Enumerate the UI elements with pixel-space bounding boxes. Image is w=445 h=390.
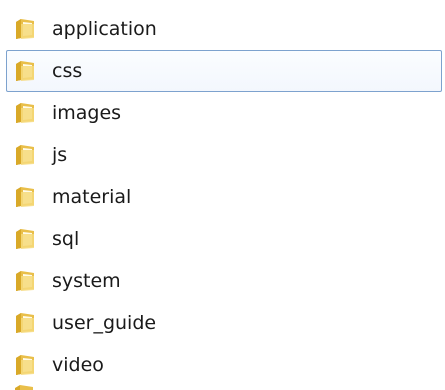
- folder-name: user_guide: [52, 312, 157, 334]
- folder-name: images: [52, 102, 122, 124]
- folder-icon: [16, 229, 34, 249]
- folder-item-system[interactable]: system: [6, 260, 442, 302]
- folder-name: material: [52, 186, 132, 208]
- folder-list: application css images js material sql s…: [6, 8, 442, 386]
- folder-icon: [16, 61, 34, 81]
- folder-name: css: [52, 60, 83, 82]
- folder-name: js: [52, 144, 68, 166]
- folder-icon: [16, 145, 34, 165]
- folder-name: video: [52, 354, 104, 376]
- partial-folder-icon: [13, 384, 35, 390]
- folder-icon: [16, 103, 34, 123]
- folder-item-images[interactable]: images: [6, 92, 442, 134]
- folder-icon: [16, 271, 34, 291]
- folder-item-css[interactable]: css: [6, 50, 442, 92]
- folder-icon: [16, 355, 34, 375]
- folder-item-js[interactable]: js: [6, 134, 442, 176]
- folder-item-sql[interactable]: sql: [6, 218, 442, 260]
- folder-icon: [15, 385, 33, 390]
- folder-icon: [16, 313, 34, 333]
- folder-icon: [16, 19, 34, 39]
- folder-item-video[interactable]: video: [6, 344, 442, 386]
- folder-item-material[interactable]: material: [6, 176, 442, 218]
- folder-icon: [16, 187, 34, 207]
- folder-name: sql: [52, 228, 80, 250]
- folder-name: system: [52, 270, 121, 292]
- folder-item-user-guide[interactable]: user_guide: [6, 302, 442, 344]
- folder-item-application[interactable]: application: [6, 8, 442, 50]
- folder-name: application: [52, 18, 157, 40]
